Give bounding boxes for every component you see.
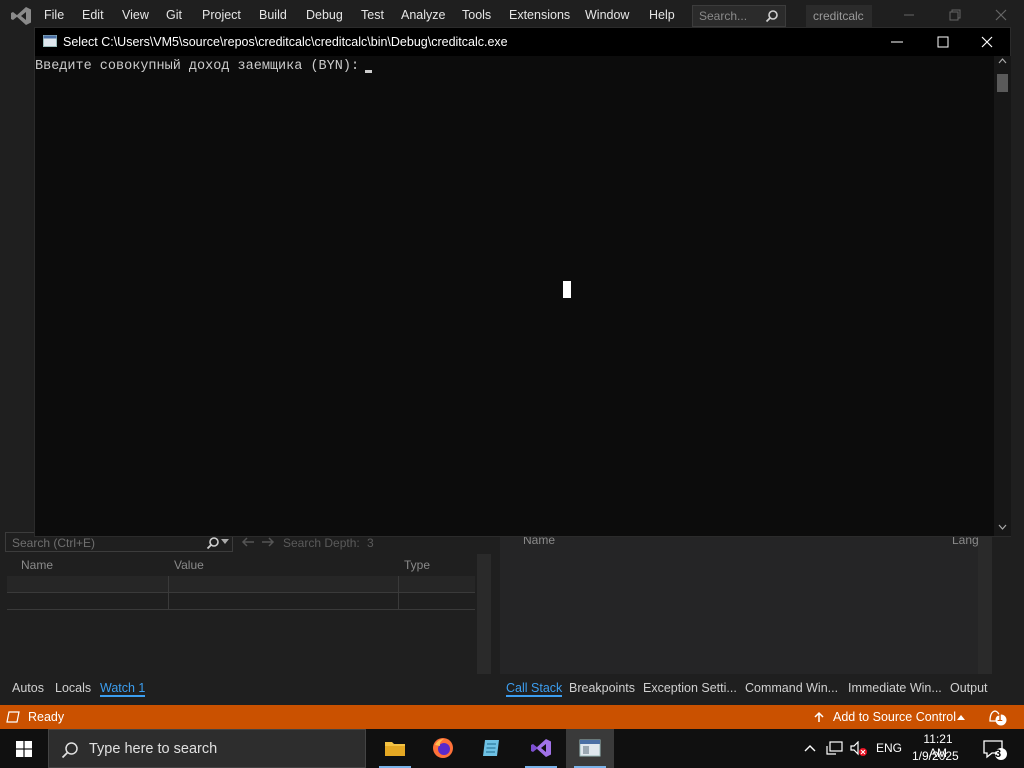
notification-count: 1 bbox=[997, 713, 1003, 724]
console-maximize-button[interactable] bbox=[920, 28, 966, 56]
taskbar-search-placeholder: Type here to search bbox=[89, 741, 218, 757]
column-divider bbox=[398, 576, 399, 610]
firefox-icon bbox=[433, 738, 453, 758]
watch-grid: Name Value Type bbox=[7, 554, 475, 674]
menu-edit[interactable]: Edit bbox=[82, 8, 104, 22]
console-scroll-thumb[interactable] bbox=[997, 74, 1008, 92]
menu-view[interactable]: View bbox=[122, 8, 149, 22]
table-row[interactable] bbox=[7, 576, 475, 593]
scroll-down-icon[interactable] bbox=[998, 524, 1007, 530]
console-title-bar[interactable]: Select C:\Users\VM5\source\repos\creditc… bbox=[35, 28, 1010, 56]
close-icon bbox=[981, 36, 993, 48]
console-app-icon bbox=[43, 35, 57, 47]
vs-scrollbar-edge bbox=[1010, 92, 1024, 532]
tab-watch-1[interactable]: Watch 1 bbox=[100, 681, 146, 697]
column-name[interactable]: Name bbox=[21, 558, 53, 572]
console-minimize-button[interactable] bbox=[874, 28, 920, 56]
search-depth-value[interactable]: 3 bbox=[367, 536, 374, 550]
arrow-up-icon bbox=[814, 711, 824, 722]
ready-icon bbox=[6, 711, 20, 723]
watch-scrollbar[interactable] bbox=[477, 554, 491, 674]
input-language-indicator[interactable]: ENG bbox=[876, 741, 902, 755]
tab-command-window[interactable]: Command Win... bbox=[745, 681, 838, 695]
maximize-icon bbox=[937, 36, 949, 48]
action-center-count: 3 bbox=[995, 748, 1002, 760]
taskbar-search-box[interactable]: Type here to search bbox=[48, 729, 366, 768]
tab-exception-settings[interactable]: Exception Setti... bbox=[643, 681, 737, 695]
column-divider bbox=[168, 576, 169, 610]
chevron-down-icon[interactable] bbox=[221, 539, 229, 545]
start-button[interactable] bbox=[0, 729, 48, 768]
callstack-grid: Name Lang bbox=[500, 532, 979, 674]
windows-taskbar: Type here to search ENG 11:21 AM 1/9/202… bbox=[0, 729, 1024, 768]
network-icon[interactable] bbox=[826, 741, 844, 756]
taskbar-file-explorer[interactable] bbox=[371, 729, 419, 768]
taskbar-console-app[interactable] bbox=[566, 729, 614, 768]
vs-editor-edge bbox=[0, 92, 34, 532]
menu-help[interactable]: Help bbox=[649, 8, 675, 22]
chevron-up-icon bbox=[957, 715, 965, 720]
watch-panel: Search (Ctrl+E) Search Depth: 3 Name Val… bbox=[5, 532, 493, 702]
arrow-left-icon[interactable] bbox=[241, 536, 255, 548]
console-scrollbar[interactable] bbox=[994, 56, 1011, 536]
watch-search-placeholder: Search (Ctrl+E) bbox=[12, 536, 96, 550]
mouse-pointer bbox=[563, 281, 571, 298]
windows-logo-icon bbox=[16, 741, 32, 757]
folder-icon bbox=[385, 742, 405, 756]
console-window[interactable]: Select C:\Users\VM5\source\repos\creditc… bbox=[34, 27, 1011, 537]
visual-studio-logo-icon[interactable] bbox=[10, 6, 32, 26]
scroll-up-icon[interactable] bbox=[998, 58, 1007, 64]
table-row[interactable] bbox=[7, 593, 475, 610]
tab-output[interactable]: Output bbox=[950, 681, 988, 695]
menu-git[interactable]: Git bbox=[166, 8, 182, 22]
taskbar-firefox[interactable] bbox=[419, 729, 467, 768]
visual-studio-icon bbox=[531, 739, 551, 757]
menu-build[interactable]: Build bbox=[259, 8, 287, 22]
minimize-icon bbox=[891, 41, 903, 43]
search-icon bbox=[61, 742, 78, 759]
tab-autos[interactable]: Autos bbox=[12, 681, 44, 695]
console-title: Select C:\Users\VM5\source\repos\creditc… bbox=[63, 35, 508, 49]
arrow-right-icon[interactable] bbox=[261, 536, 275, 548]
console-window-icon bbox=[579, 739, 601, 757]
watch-grid-header: Name Value Type bbox=[7, 554, 475, 574]
tab-locals[interactable]: Locals bbox=[55, 681, 91, 695]
search-depth-label: Search Depth: bbox=[283, 536, 360, 550]
menu-analyze[interactable]: Analyze bbox=[401, 8, 445, 22]
tab-breakpoints[interactable]: Breakpoints bbox=[569, 681, 635, 695]
clock-date[interactable]: 1/9/2025 bbox=[912, 749, 959, 763]
notepad-icon bbox=[483, 740, 499, 756]
tab-call-stack[interactable]: Call Stack bbox=[506, 681, 563, 697]
status-bar: Ready Add to Source Control 1 bbox=[0, 705, 1024, 729]
solution-name-badge[interactable]: creditcalc bbox=[806, 5, 872, 27]
menu-tools[interactable]: Tools bbox=[462, 8, 491, 22]
menu-extensions[interactable]: Extensions bbox=[509, 8, 570, 22]
search-icon bbox=[765, 10, 778, 23]
callstack-scrollbar[interactable] bbox=[978, 532, 992, 674]
tab-immediate-window[interactable]: Immediate Win... bbox=[848, 681, 942, 695]
console-text-cursor bbox=[365, 70, 372, 73]
menu-debug[interactable]: Debug bbox=[306, 8, 343, 22]
menu-test[interactable]: Test bbox=[361, 8, 384, 22]
vs-minimize-icon[interactable] bbox=[902, 8, 916, 22]
add-to-source-control-button[interactable]: Add to Source Control bbox=[833, 710, 956, 724]
taskbar-notepad[interactable] bbox=[467, 729, 515, 768]
menu-window[interactable]: Window bbox=[585, 8, 629, 22]
volume-muted-icon[interactable] bbox=[850, 741, 868, 757]
vs-search-box[interactable]: Search... bbox=[692, 5, 786, 27]
column-type[interactable]: Type bbox=[404, 558, 430, 572]
status-text: Ready bbox=[28, 710, 65, 724]
menu-file[interactable]: File bbox=[44, 8, 64, 22]
column-value[interactable]: Value bbox=[174, 558, 204, 572]
console-close-button[interactable] bbox=[964, 28, 1010, 56]
menu-project[interactable]: Project bbox=[202, 8, 241, 22]
taskbar-visual-studio[interactable] bbox=[517, 729, 565, 768]
vs-restore-icon[interactable] bbox=[948, 8, 962, 22]
vs-close-icon[interactable] bbox=[994, 8, 1008, 22]
console-prompt: Введите совокупный доход заемщика (BYN): bbox=[35, 59, 368, 74]
callstack-panel: Name Lang Call Stack Breakpoints Excepti… bbox=[498, 532, 1024, 702]
search-icon bbox=[206, 537, 219, 550]
chevron-up-icon[interactable] bbox=[804, 743, 816, 753]
vs-search-placeholder: Search... bbox=[699, 9, 748, 23]
